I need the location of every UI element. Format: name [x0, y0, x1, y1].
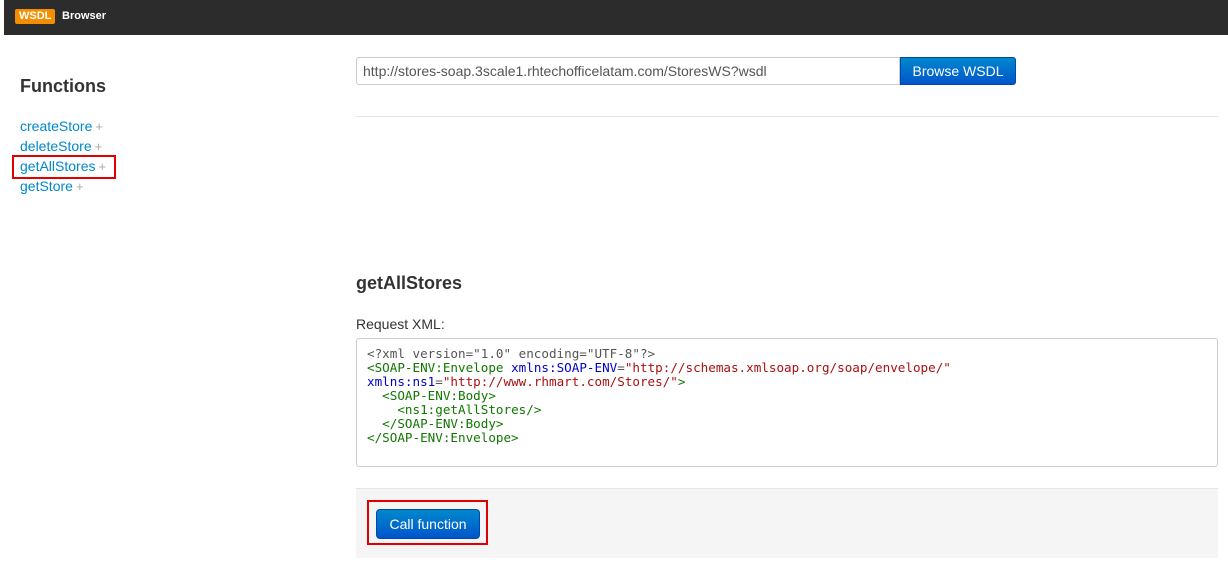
- xml-attr-name: xmlns:ns1: [367, 374, 436, 389]
- wsdl-logo-badge[interactable]: WSDL: [15, 9, 56, 24]
- xml-tag: </SOAP-ENV:Body>: [382, 416, 504, 431]
- xml-tag: </SOAP-ENV:Envelope>: [367, 430, 519, 445]
- function-title: getAllStores: [356, 273, 463, 293]
- xml-line: </SOAP-ENV:Envelope>: [367, 431, 1207, 445]
- function-item-createstore[interactable]: createStore +: [20, 118, 106, 138]
- function-item-getstore[interactable]: getStore +: [20, 178, 106, 198]
- xml-tag: <SOAP-ENV:Body>: [382, 388, 496, 403]
- xml-line: <ns1:getAllStores/>: [367, 403, 1207, 417]
- plus-icon[interactable]: +: [95, 139, 103, 154]
- call-function-button[interactable]: Call function: [376, 509, 480, 539]
- function-item-getallstores[interactable]: getAllStores +: [12, 155, 116, 179]
- xml-declaration: <?xml version="1.0" encoding="UTF-8"?>: [367, 346, 656, 361]
- xml-line: <SOAP-ENV:Envelope xmlns:SOAP-ENV="http:…: [367, 361, 1207, 375]
- plus-icon[interactable]: +: [95, 119, 103, 134]
- xml-attr-name: xmlns:SOAP-ENV: [511, 360, 618, 375]
- function-link[interactable]: deleteStore: [20, 138, 92, 154]
- function-item-deletestore[interactable]: deleteStore +: [20, 138, 106, 158]
- brand-title[interactable]: Browser: [62, 9, 106, 24]
- plus-icon[interactable]: +: [98, 159, 106, 174]
- request-xml-editor[interactable]: <?xml version="1.0" encoding="UTF-8"?> <…: [356, 338, 1218, 467]
- xml-attr-value: "http://schemas.xmlsoap.org/soap/envelop…: [624, 360, 951, 375]
- function-list: createStore + deleteStore + getAllStores + …: [12, 118, 116, 198]
- xml-line: <?xml version="1.0" encoding="UTF-8"?>: [367, 347, 1207, 361]
- plus-icon[interactable]: +: [76, 179, 84, 194]
- xml-tag: >: [677, 374, 686, 389]
- function-link[interactable]: createStore: [20, 118, 92, 134]
- xml-eq: =: [617, 360, 625, 375]
- function-link[interactable]: getAllStores: [20, 158, 95, 174]
- top-navbar: WSDL Browser: [4, 0, 1228, 35]
- divider: [356, 116, 1218, 117]
- wsdl-url-input[interactable]: [356, 57, 900, 85]
- xml-eq: =: [435, 374, 443, 389]
- xml-attr-value: "http://www.rhmart.com/Stores/": [442, 374, 678, 389]
- xml-line: </SOAP-ENV:Body>: [367, 417, 1207, 431]
- xml-line: xmlns:ns1="http://www.rhmart.com/Stores/…: [367, 375, 1207, 389]
- function-link[interactable]: getStore: [20, 178, 73, 194]
- xml-line: <SOAP-ENV:Body>: [367, 389, 1207, 403]
- sidebar-title: Functions: [20, 76, 106, 96]
- xml-tag: <SOAP-ENV:Envelope: [367, 360, 504, 375]
- request-xml-label: Request XML:: [356, 316, 445, 332]
- xml-tag: <ns1:getAllStores/>: [397, 402, 542, 417]
- browse-wsdl-button[interactable]: Browse WSDL: [900, 57, 1016, 85]
- form-actions: Call function: [356, 488, 1218, 558]
